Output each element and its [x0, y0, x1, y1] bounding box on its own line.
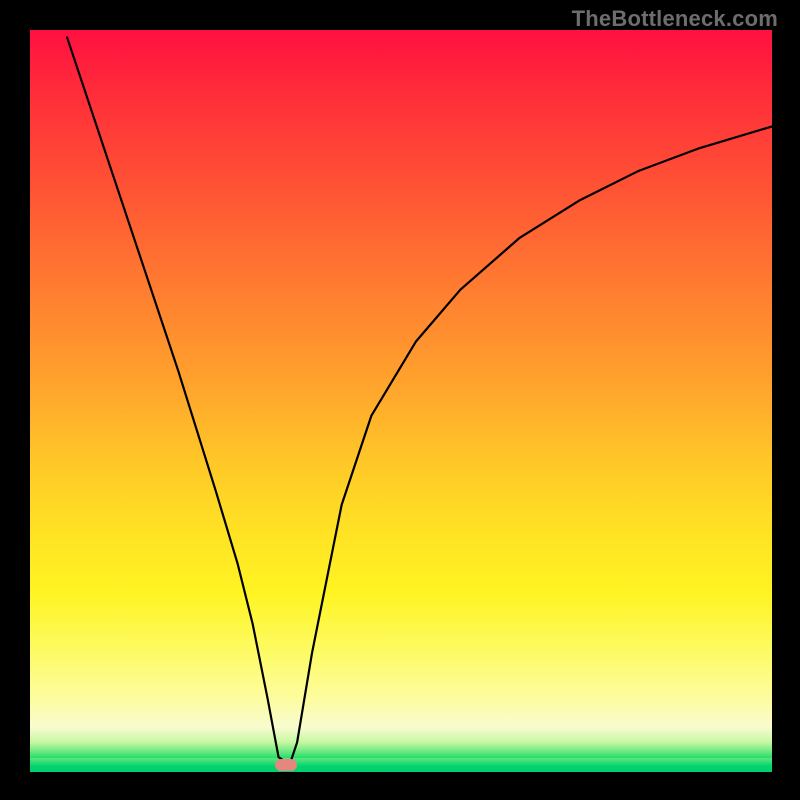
watermark-text: TheBottleneck.com: [572, 6, 778, 32]
curve-svg: [30, 30, 772, 772]
plot-area: [30, 30, 772, 772]
optimal-marker: [275, 759, 297, 771]
chart-container: TheBottleneck.com: [0, 0, 800, 800]
bottleneck-curve: [67, 37, 772, 764]
